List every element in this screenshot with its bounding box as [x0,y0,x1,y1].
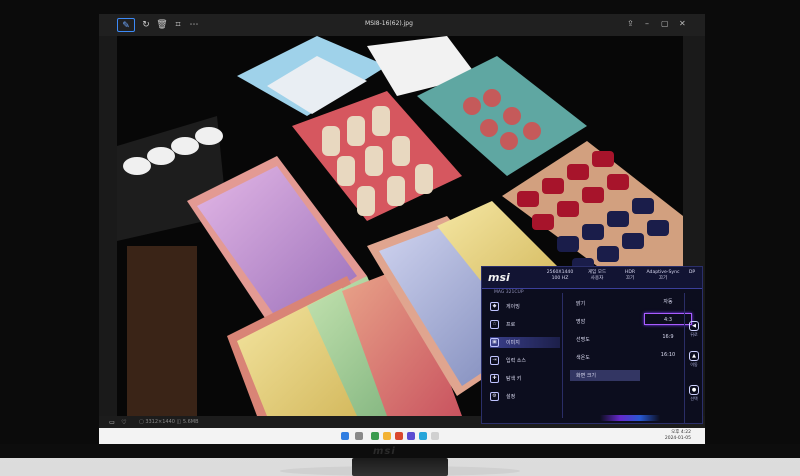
monitor-bezel: ✎ ↻ 🗑 ⌗ ⋯ MSI8-16(62).jpg ⇪ – ▢ ✕ ▭ ♡ ▢ … [0,0,800,458]
delete-icon[interactable]: 🗑 [155,18,169,32]
osd-game-mode: 게임 모드 사용자 [582,270,612,282]
osd-header: msi 2560X1440 100 HZ 게임 모드 사용자 HDR 끄기 Ad… [482,267,702,289]
msi-osd-menu: msi 2560X1440 100 HZ 게임 모드 사용자 HDR 끄기 Ad… [481,266,703,424]
osd-stat-line2: 끄기 [658,276,668,281]
osd-nav-back[interactable]: ◀ 뒤로 [688,321,700,338]
osd-menu-navi-key[interactable]: ✚ 탐색 키 [490,373,560,384]
crop-icon[interactable]: ⌗ [171,18,185,32]
osd-stat-line2: 끄기 [625,276,635,281]
photos-icon[interactable] [407,432,415,440]
navigation-icon: ✚ [490,374,499,383]
osd-menu-label: 이미지 [506,340,520,346]
edge-icon[interactable] [371,432,379,440]
taskbar-clock[interactable]: 오후 4:22 2024-01-05 [665,430,691,442]
monitor-stand [352,458,448,476]
osd-stat-line2: 100 HZ [551,276,569,281]
search-icon[interactable] [355,432,363,440]
osd-divider [562,293,563,418]
osd-menu-input-source[interactable]: ⇥ 입력 소스 [490,355,560,366]
osd-nav-label: 뒤로 [690,332,698,337]
osd-menu-gaming[interactable]: ◆ 게이밍 [490,301,560,312]
settings-icon: ⚙ [490,392,499,401]
osd-nav-move[interactable]: ▲ 이동 [688,351,700,368]
file-name: MSI8-16(62).jpg [365,20,413,27]
monitor-brand-logo: msi [373,446,396,457]
viewer-titlebar: ✎ ↻ 🗑 ⌗ ⋯ MSI8-16(62).jpg ⇪ – ▢ ✕ [99,14,705,36]
select-icon: ● [689,385,699,395]
osd-stat-line2: 사용자 [590,276,604,281]
osd-nav-label: 이동 [690,362,698,367]
osd-sub-brightness[interactable]: 밝기 [570,298,640,309]
image-icon: ▣ [490,338,499,347]
osd-menu-settings[interactable]: ⚙ 설정 [490,391,560,402]
move-icon: ▲ [689,351,699,361]
start-icon[interactable] [341,432,349,440]
windows-taskbar: 오후 4:22 2024-01-05 [99,428,705,444]
osd-logo: msi [488,271,510,284]
osd-menu-label: 프로 [506,322,516,328]
osd-adaptive-sync: Adaptive-Sync 끄기 [646,270,680,282]
settings-taskbar-icon[interactable] [431,432,439,440]
monitor-chin [0,444,800,458]
app-icon[interactable] [419,432,427,440]
osd-sub-sharpness[interactable]: 선명도 [570,334,640,345]
back-icon: ◀ [689,321,699,331]
folder-icon[interactable] [383,432,391,440]
edit-icon[interactable]: ✎ [117,18,135,32]
osd-nav-select[interactable]: ● 선택 [688,385,700,402]
osd-image-submenu: 밝기 명암 선명도 색온도 화면 크기 [570,293,640,418]
osd-sub-contrast[interactable]: 명암 [570,316,640,327]
osd-nav-hints: ◀ 뒤로 ▲ 이동 ● 선택 [684,293,702,423]
osd-menu-pro[interactable]: ☆ 프로 [490,319,560,330]
osd-nav-label: 선택 [690,396,698,401]
osd-menu-label: 설정 [506,394,516,400]
close-icon[interactable]: ✕ [679,19,686,28]
star-icon: ☆ [490,320,499,329]
more-icon[interactable]: ⋯ [187,18,201,32]
osd-menu-label: 탐색 키 [506,376,522,382]
rotate-icon[interactable]: ↻ [139,18,153,32]
osd-main-menu: ◆ 게이밍 ☆ 프로 ▣ 이미지 ⇥ 입력 소스 ✚ 탐색 키 ⚙ 설정 [482,289,560,424]
share-icon[interactable]: ⇪ [627,19,634,28]
osd-sub-color-temp[interactable]: 색온도 [570,352,640,363]
image-info: ▢ 3312×1440 ◫ 5.6MB [139,419,199,425]
osd-sub-screen-size[interactable]: 화면 크기 [570,370,640,381]
clock-date: 2024-01-05 [664,436,691,441]
monitor-screen: ✎ ↻ 🗑 ⌗ ⋯ MSI8-16(62).jpg ⇪ – ▢ ✕ ▭ ♡ ▢ … [99,14,705,444]
minimize-icon[interactable]: – [645,19,649,28]
store-icon[interactable] [395,432,403,440]
photo-of-monitor: ✎ ↻ 🗑 ⌗ ⋯ MSI8-16(62).jpg ⇪ – ▢ ✕ ▭ ♡ ▢ … [0,0,800,476]
maximize-icon[interactable]: ▢ [661,19,669,28]
osd-menu-label: 입력 소스 [506,358,526,364]
osd-stat-line1: DP [688,270,696,275]
osd-input-port: DP [684,270,700,276]
osd-menu-label: 게이밍 [506,304,520,310]
osd-hdr: HDR 끄기 [618,270,642,282]
gamepad-icon: ◆ [490,302,499,311]
input-icon: ⇥ [490,356,499,365]
osd-menu-image[interactable]: ▣ 이미지 [490,337,560,348]
osd-resolution: 2560X1440 100 HZ [542,270,578,282]
osd-accent-glow [600,415,660,421]
